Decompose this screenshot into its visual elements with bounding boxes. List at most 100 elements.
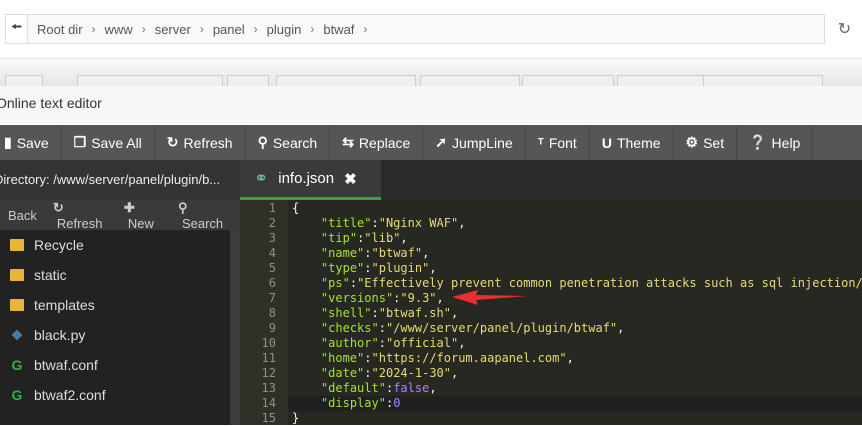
code-line: "checks":"/www/server/panel/plugin/btwaf… [320, 321, 625, 335]
red-arrow-annotation [452, 290, 528, 305]
toolbar-help-button[interactable]: ❔ Help [737, 125, 814, 160]
chevron-right-icon: › [91, 22, 96, 36]
code-line: "author":"official", [320, 336, 466, 350]
editor-title: Online text editor [0, 86, 862, 124]
font-icon: ᵀ [537, 134, 544, 151]
breadcrumb-item[interactable]: server [155, 22, 191, 37]
json-value: "9.3" [400, 291, 437, 305]
tab-label: info.json [278, 170, 335, 187]
line-number: 12 [261, 366, 276, 380]
line-number: 14 [261, 396, 276, 410]
json-key: date [328, 366, 358, 380]
json-value: "btwaf.sh" [378, 306, 451, 320]
json-key: author [328, 336, 372, 350]
replace-icon: ⇆ [342, 134, 354, 150]
breadcrumb-item[interactable]: www [105, 22, 133, 37]
pin-icon: ➚ [435, 134, 448, 150]
refresh-icon: ↻ [166, 134, 179, 150]
line-number: 6 [268, 276, 276, 290]
folder-icon [10, 239, 24, 251]
toolbar-label: Search [272, 134, 318, 151]
sidebar-toolbar: Back ↻ Refresh ✚ New ⚲ Search [0, 200, 240, 231]
json-key: title [328, 216, 365, 230]
json-key: checks [328, 321, 372, 335]
code-text: } [292, 411, 300, 425]
file-name: Recycle [34, 237, 84, 253]
breadcrumb-item[interactable]: btwaf [323, 22, 354, 37]
file-item[interactable]: Gbtwaf.conf [0, 350, 230, 380]
file-item[interactable]: static [0, 260, 230, 290]
breadcrumb-item[interactable]: Root dir [37, 22, 83, 37]
toolbar-label: Font [548, 134, 577, 151]
toolbar-label: Set [703, 134, 725, 151]
code-text: { [292, 201, 300, 215]
sidebar-search-button[interactable]: ⚲ Search [178, 200, 234, 231]
file-item[interactable]: Recycle [0, 230, 230, 260]
breadcrumb-item[interactable]: plugin [267, 22, 302, 37]
editor-toolbar: ▮ Save ❐ Save All ↻ Refresh ⚲ Search ⇆ Replace ➚ Ju… [0, 125, 862, 160]
json-file-icon: ⚭ [254, 168, 269, 188]
file-item[interactable]: Gbtwaf2.conf [0, 380, 230, 410]
toolbar-label: Help [771, 134, 801, 151]
action-label: New [127, 215, 154, 231]
line-number: 7 [268, 291, 276, 305]
toolbar-save-all-button[interactable]: ❐ Save All [62, 125, 155, 160]
json-value: "plugin" [371, 261, 430, 275]
file-name: static [34, 267, 67, 283]
json-value: "official" [385, 336, 459, 350]
json-key: default [328, 381, 379, 395]
file-name: templates [34, 297, 95, 313]
json-key: type [328, 261, 358, 275]
line-number: 15 [261, 411, 276, 425]
sidebar-refresh-button[interactable]: ↻ Refresh [53, 200, 114, 231]
toolbar-refresh-button[interactable]: ↻ Refresh [155, 125, 246, 160]
close-icon[interactable]: ✖ [344, 170, 357, 188]
json-key: tip [328, 231, 350, 245]
code-area[interactable]: { "title":"Nginx WAF", "tip":"lib", "nam… [288, 200, 862, 425]
code-line: "title":"Nginx WAF", [320, 216, 466, 230]
line-number: 3 [268, 231, 276, 245]
scrollbar[interactable] [230, 230, 240, 425]
chevron-right-icon: › [141, 22, 146, 36]
code-line: "shell":"btwaf.sh", [320, 306, 459, 320]
code-line: "name":"btwaf", [320, 246, 430, 260]
file-item[interactable]: templates [0, 290, 230, 320]
toolbar-label: Refresh [183, 134, 233, 151]
python-icon: ❖ [10, 326, 24, 343]
breadcrumb-item[interactable]: panel [213, 22, 245, 37]
nginx-icon: G [11, 387, 23, 403]
toolbar-search-button[interactable]: ⚲ Search [246, 125, 331, 160]
code-line: { [288, 201, 862, 216]
back-arrow-icon[interactable]: 🠘 [6, 15, 28, 43]
toolbar-label: Replace [358, 134, 411, 151]
toolbar-replace-button[interactable]: ⇆ Replace [330, 125, 424, 160]
json-value: "/www/server/panel/plugin/btwaf" [385, 321, 618, 335]
chevron-right-icon: › [363, 22, 368, 36]
tab-info-json[interactable]: ⚭ info.json ✖ [240, 160, 381, 200]
toolbar-theme-button[interactable]: U Theme [590, 125, 674, 160]
code-line: "versions":"9.3", [320, 291, 444, 305]
toolbar-label: Theme [616, 134, 661, 151]
line-number: 9 [268, 321, 276, 335]
copy-icon: ❐ [73, 134, 87, 150]
tab-bar: ⚭ info.json ✖ [240, 160, 862, 200]
toolbar-set-button[interactable]: ⚙ Set [674, 125, 738, 160]
sidebar-back-button[interactable]: Back [4, 208, 43, 223]
refresh-icon[interactable]: ↻ [824, 14, 862, 44]
file-list: Recycle static templates ❖ black.py Gbtwaf.co… [0, 230, 230, 410]
json-key: versions [328, 291, 386, 305]
nginx-icon: G [11, 357, 23, 373]
json-key: home [328, 351, 358, 365]
file-item[interactable]: ❖ black.py [0, 320, 230, 350]
folder-icon [10, 299, 24, 311]
plus-icon: ✚ [123, 199, 135, 215]
toolbar-font-button[interactable]: ᵀ Font [526, 125, 590, 160]
toolbar-jumpline-button[interactable]: ➚ JumpLine [423, 125, 526, 160]
search-icon: ⚲ [257, 134, 268, 150]
toolbar-save-button[interactable]: ▮ Save [0, 125, 62, 160]
search-icon: ⚲ [177, 199, 188, 215]
sidebar-new-button[interactable]: ✚ New [124, 200, 168, 231]
code-line: } [288, 411, 862, 425]
chevron-right-icon: › [310, 22, 315, 36]
action-label: Refresh [56, 215, 103, 231]
